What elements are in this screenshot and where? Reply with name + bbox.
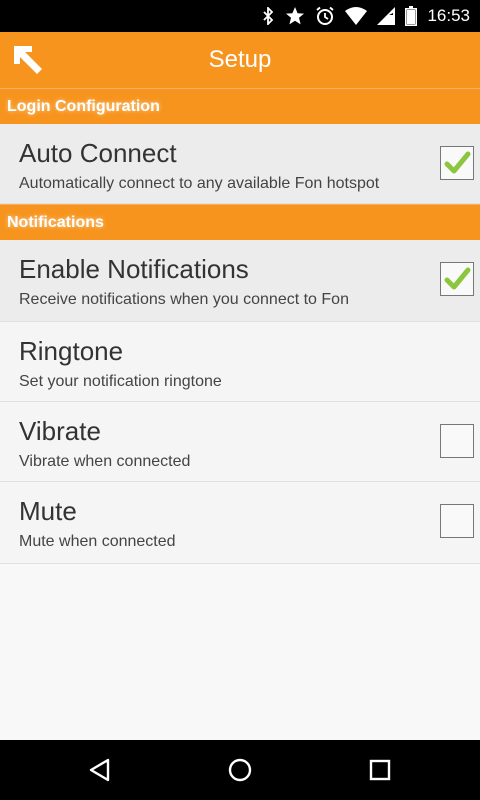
pref-title: Ringtone (19, 336, 124, 366)
pref-title: Enable Notifications (19, 254, 249, 284)
pref-summary: Receive notifications when you connect t… (19, 291, 349, 308)
signal-icon (377, 7, 396, 25)
pref-vibrate[interactable]: Vibrate Vibrate when connected (0, 402, 480, 482)
pref-summary: Set your notification ringtone (19, 373, 222, 390)
vibrate-checkbox[interactable] (440, 424, 474, 458)
auto-connect-checkbox[interactable] (440, 146, 474, 180)
alarm-icon (315, 6, 335, 26)
pref-title: Auto Connect (19, 138, 177, 168)
mute-checkbox[interactable] (440, 504, 474, 538)
pref-enable-notifications[interactable]: Enable Notifications Receive notificatio… (0, 240, 480, 322)
pref-ringtone[interactable]: Ringtone Set your notification ringtone (0, 322, 480, 402)
star-icon (285, 6, 305, 26)
nav-recents-button[interactable] (360, 750, 400, 790)
category-notifications: Notifications (0, 204, 480, 240)
nav-back-button[interactable] (80, 750, 120, 790)
pref-mute[interactable]: Mute Mute when connected (0, 482, 480, 564)
pref-auto-connect[interactable]: Auto Connect Automatically connect to an… (0, 124, 480, 204)
pref-summary: Vibrate when connected (19, 453, 191, 470)
pref-summary: Automatically connect to any available F… (19, 175, 380, 192)
pref-title: Vibrate (19, 416, 101, 446)
nav-home-button[interactable] (220, 750, 260, 790)
home-icon (228, 758, 252, 782)
wifi-icon (345, 7, 368, 25)
back-icon (89, 758, 110, 782)
status-time: 16:53 (427, 6, 470, 25)
battery-icon (405, 6, 418, 26)
category-login-configuration: Login Configuration (0, 88, 480, 124)
screen: 16:53 Setup Login Configuration Auto Con… (0, 0, 480, 800)
recents-icon (369, 759, 391, 781)
up-button[interactable] (8, 40, 48, 80)
navigation-bar (0, 740, 480, 800)
up-arrow-icon (14, 46, 42, 74)
action-bar: Setup (0, 32, 480, 88)
status-bar: 16:53 (0, 0, 480, 32)
pref-summary: Mute when connected (19, 533, 176, 550)
enable-notifications-checkbox[interactable] (440, 262, 474, 296)
pref-title: Mute (19, 496, 77, 526)
page-title: Setup (208, 46, 272, 73)
bluetooth-icon (261, 7, 275, 25)
checkmark-icon (444, 151, 471, 174)
checkmark-icon (444, 267, 471, 290)
